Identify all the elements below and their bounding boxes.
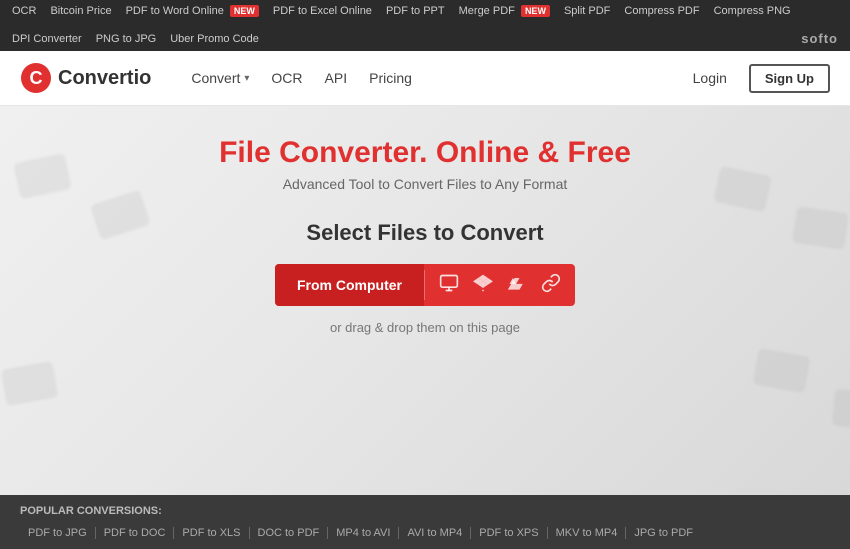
new-badge: NEW (230, 5, 259, 17)
popular-conversions-label: POPULAR CONVERSIONS: (20, 505, 162, 517)
from-computer-button[interactable]: From Computer (275, 264, 424, 306)
footer-link-mkv-mp4[interactable]: MKV to MP4 (548, 527, 627, 539)
toolbar-link-pdf-ppt[interactable]: PDF to PPT (386, 5, 445, 17)
footer-links: PDF to JPG PDF to DOC PDF to XLS DOC to … (20, 527, 701, 539)
nav-convert[interactable]: Convert ▾ (191, 70, 249, 86)
chevron-down-icon: ▾ (244, 73, 249, 84)
header-actions: Login Sign Up (683, 64, 830, 93)
toolbar-link-ocr[interactable]: OCR (12, 5, 36, 17)
footer-link-pdf-jpg[interactable]: PDF to JPG (20, 527, 96, 539)
upload-icons (425, 273, 575, 298)
main-nav: Convert ▾ OCR API Pricing (191, 70, 682, 86)
drag-drop-text: or drag & drop them on this page (20, 320, 830, 335)
select-files-label: Select Files to Convert (20, 220, 830, 246)
header: C Convertio Convert ▾ OCR API Pricing Lo… (0, 51, 850, 106)
footer-link-jpg-pdf[interactable]: JPG to PDF (626, 527, 701, 539)
logo-icon: C (20, 62, 52, 94)
toolbar-link-pdf-excel[interactable]: PDF to Excel Online (273, 5, 372, 17)
footer-link-doc-pdf[interactable]: DOC to PDF (250, 527, 329, 539)
softo-logo: softo (801, 31, 838, 46)
hero-subtitle: Advanced Tool to Convert Files to Any Fo… (20, 176, 830, 192)
google-drive-icon[interactable] (507, 273, 527, 298)
toolbar-link-pdf-word[interactable]: PDF to Word Online NEW (126, 5, 259, 17)
toolbar-link-compress-png[interactable]: Compress PNG (714, 5, 791, 17)
footer-link-avi-mp4[interactable]: AVI to MP4 (399, 527, 471, 539)
login-button[interactable]: Login (683, 64, 737, 92)
footer-link-pdf-xps[interactable]: PDF to XPS (471, 527, 547, 539)
footer-link-pdf-doc[interactable]: PDF to DOC (96, 527, 175, 539)
toolbar-link-uber[interactable]: Uber Promo Code (170, 33, 259, 45)
logo[interactable]: C Convertio (20, 62, 151, 94)
hero-title: File Converter. Online & Free (20, 136, 830, 170)
footer-link-pdf-xls[interactable]: PDF to XLS (174, 527, 249, 539)
new-badge-2: NEW (521, 5, 550, 17)
signup-button[interactable]: Sign Up (749, 64, 830, 93)
nav-ocr[interactable]: OCR (271, 70, 302, 86)
footer: POPULAR CONVERSIONS: PDF to JPG PDF to D… (0, 495, 850, 549)
toolbar-link-merge-pdf[interactable]: Merge PDF NEW (459, 5, 550, 17)
svg-text:C: C (30, 68, 43, 88)
pdf-word-label: PDF to Word Online (126, 5, 224, 17)
link-icon[interactable] (541, 273, 561, 298)
nav-pricing[interactable]: Pricing (369, 70, 412, 86)
footer-link-mp4-avi[interactable]: MP4 to AVI (328, 527, 399, 539)
hero-section: File Converter. Online & Free Advanced T… (0, 106, 850, 495)
computer-icon[interactable] (439, 273, 459, 298)
dropbox-icon[interactable] (473, 273, 493, 298)
merge-pdf-label: Merge PDF (459, 5, 515, 17)
main-content: File Converter. Online & Free Advanced T… (0, 106, 850, 495)
logo-text: Convertio (58, 67, 151, 90)
nav-api[interactable]: API (325, 70, 348, 86)
toolbar-link-bitcoin[interactable]: Bitcoin Price (50, 5, 111, 17)
toolbar-link-dpi[interactable]: DPI Converter (12, 33, 82, 45)
toolbar-link-compress-pdf[interactable]: Compress PDF (624, 5, 699, 17)
toolbar-link-png-jpg[interactable]: PNG to JPG (96, 33, 157, 45)
upload-bar[interactable]: From Computer (275, 264, 575, 306)
top-toolbar: OCR Bitcoin Price PDF to Word Online NEW… (0, 0, 850, 51)
toolbar-link-split-pdf[interactable]: Split PDF (564, 5, 610, 17)
